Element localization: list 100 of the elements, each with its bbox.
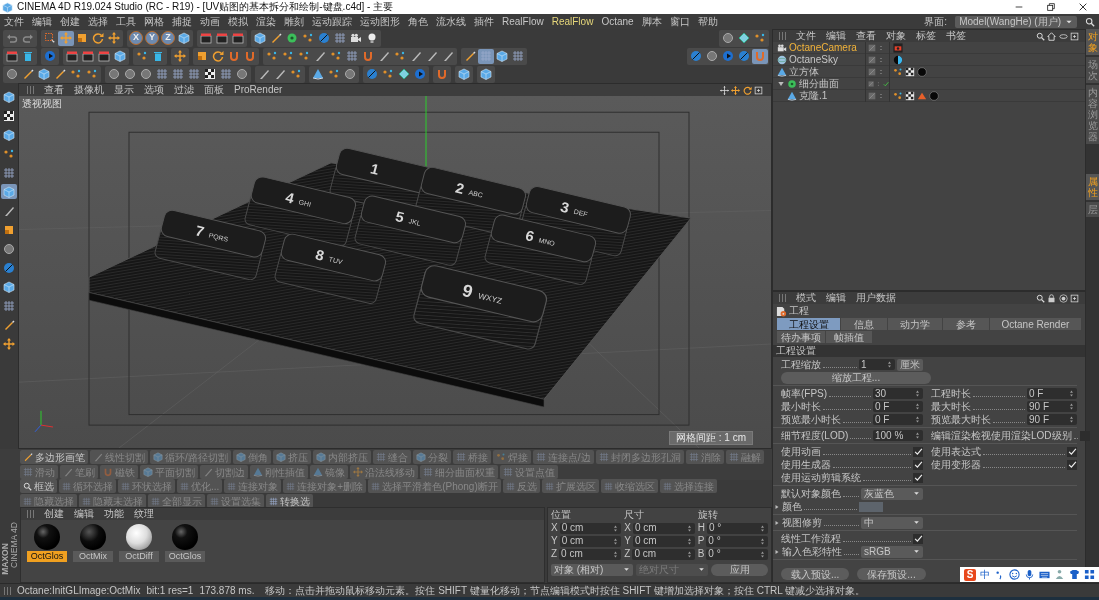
panel-tool-button[interactable] [1047,292,1056,304]
scale-button[interactable]: 缩放工程... [781,371,931,384]
layout-dropdown[interactable]: Model(WangHe) (用户) [955,15,1077,28]
view-control-button[interactable] [719,84,729,96]
menu-item[interactable]: 编辑 [32,15,52,28]
tab[interactable]: 参考 [942,318,989,330]
view-control-button[interactable] [742,84,752,96]
object-name[interactable]: 细分曲面 [799,77,839,90]
number-field[interactable]: 0 cm [632,548,695,560]
number-field[interactable]: 0 ° [706,522,768,534]
menu-item[interactable]: 选择 [88,15,108,28]
tool-button[interactable]: 框选 [20,479,57,493]
number-field[interactable]: 0 ° [706,548,768,560]
checkbox[interactable] [913,446,923,457]
menu-item[interactable]: Octane [601,15,634,28]
menu-item[interactable]: 模拟 [228,15,248,28]
unit-dropdown[interactable]: 厘米 [897,358,923,371]
number-field[interactable]: 0 cm [633,522,695,534]
dropdown[interactable]: 灰蓝色 [861,487,923,500]
menu-item[interactable]: 帮助 [697,15,718,28]
color-swatch[interactable] [859,501,883,512]
preset-button[interactable]: 保存预设... [857,568,926,580]
menu-item[interactable]: 渲染 [256,15,276,28]
material-preview[interactable] [126,524,152,550]
toolbar-button[interactable] [1,89,17,104]
toolbar-button[interactable] [202,66,218,82]
checkbox[interactable] [1067,446,1077,457]
menu-item[interactable]: 插件 [474,15,494,28]
material-name[interactable]: OctDiff [119,551,159,562]
expand-toggle[interactable] [774,503,780,510]
menu-item[interactable]: 角色 [408,15,428,28]
menu-item[interactable]: 雕刻 [284,15,304,28]
number-field[interactable]: 0 cm [559,548,622,560]
checkbox[interactable] [1067,459,1077,470]
menu-item[interactable]: 对象 [886,30,906,42]
menu-item[interactable]: 标签 [916,30,936,42]
side-tab[interactable]: 层 [1086,202,1099,217]
checkbox[interactable] [913,459,923,470]
tab[interactable]: 工程设置 [777,318,841,330]
view-control-button[interactable] [754,84,763,96]
menu-item[interactable]: 面板 [204,84,224,96]
menu-item[interactable]: 流水线 [436,15,466,28]
axis-button[interactable]: Z [161,30,175,45]
axis-button[interactable]: X [129,30,143,45]
menu-item[interactable]: 摄像机 [74,84,104,96]
dropdown[interactable]: sRGB [861,545,923,558]
panel-tool-button[interactable] [1047,30,1056,42]
number-field[interactable]: 100 % [873,430,923,441]
panel-tool-button[interactable] [1058,292,1068,304]
side-tab[interactable]: 场次 [1086,57,1099,83]
menu-item[interactable]: 文件 [4,15,24,28]
number-field[interactable]: 0 cm [559,522,622,534]
menu-item[interactable]: 纹理 [134,508,154,520]
number-field[interactable]: 0 F [1027,388,1077,399]
menu-item[interactable]: 查看 [856,30,876,42]
number-field[interactable]: 0 cm [559,535,622,547]
menu-item[interactable]: 运动图形 [360,15,400,28]
side-tab[interactable]: 对象 [1086,29,1099,55]
menu-item[interactable]: 窗口 [669,15,690,28]
number-field[interactable]: 30 [873,388,923,399]
menu-item[interactable]: 脚本 [641,15,662,28]
toolbar-button[interactable] [1,127,17,142]
panel-tool-button[interactable] [1035,30,1045,42]
menu-item[interactable]: 工具 [116,15,136,28]
panel-tool-button[interactable] [1070,292,1079,304]
menu-item[interactable]: 查看 [44,84,64,96]
side-tab[interactable]: 内容浏览器 [1086,85,1099,144]
checkbox[interactable] [913,472,923,483]
menu-item[interactable]: 创建 [44,508,64,520]
menu-item[interactable]: RealFlow [551,15,594,28]
menu-item[interactable]: 动画 [200,15,220,28]
number-field[interactable]: 0 F [873,414,923,425]
menu-item[interactable]: 文件 [796,30,816,42]
tool-button[interactable]: 多边形画笔 [20,450,88,464]
menu-item[interactable]: 编辑 [74,508,94,520]
tab[interactable]: 待办事项 [777,331,826,343]
menu-item[interactable]: 运动跟踪 [312,15,352,28]
menu-item[interactable]: 书签 [946,30,966,42]
material-name[interactable]: OctGlos [165,551,205,562]
menu-item[interactable]: 编辑 [826,30,846,42]
toolbar-button[interactable] [1,279,17,294]
apply-button[interactable]: 应用 [711,563,768,576]
axis-button[interactable]: Y [145,30,159,45]
checkbox[interactable] [913,533,923,544]
number-field[interactable]: 1 [859,359,895,370]
number-field[interactable]: 90 F [1027,401,1077,412]
object-name[interactable]: 克隆.1 [799,89,828,102]
expand-toggle[interactable] [774,519,780,526]
input-mode-toggle[interactable]: 中 [980,568,990,581]
checkbox[interactable] [1079,430,1090,441]
tab[interactable]: 动力学 [888,318,942,330]
menu-item[interactable]: RealFlow [502,15,544,28]
menu-item[interactable]: 过滤 [174,84,194,96]
number-field[interactable]: 0 ° [706,535,768,547]
object-name[interactable]: 立方体 [789,65,819,78]
tab[interactable]: 帧插值 [826,331,873,343]
menu-item[interactable]: 显示 [114,84,134,96]
expand-toggle[interactable] [774,548,780,555]
tool-button[interactable]: 转换选 [266,494,313,508]
menu-item[interactable]: 功能 [104,508,124,520]
